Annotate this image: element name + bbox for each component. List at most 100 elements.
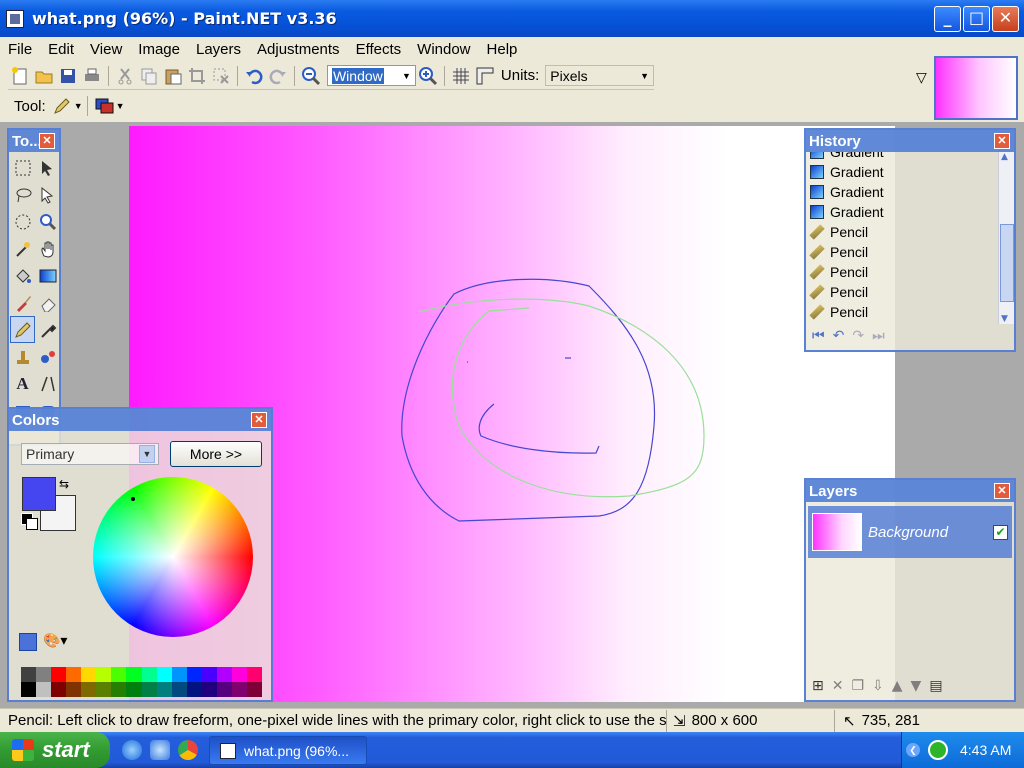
- palette-swatch[interactable]: [96, 682, 112, 697]
- palette-swatch[interactable]: [156, 667, 172, 682]
- palette-swatch[interactable]: [81, 667, 97, 682]
- lasso-select-icon[interactable]: [10, 181, 35, 208]
- chrome-icon[interactable]: [178, 740, 198, 760]
- print-icon[interactable]: [82, 66, 102, 86]
- tools-window-header[interactable]: To... ✕: [9, 130, 59, 152]
- close-icon[interactable]: ✕: [251, 412, 267, 428]
- duplicate-layer-icon[interactable]: ❐: [851, 678, 864, 694]
- palette-swatch[interactable]: [246, 667, 262, 682]
- zoom-icon[interactable]: [35, 208, 60, 235]
- menu-layers[interactable]: Layers: [188, 41, 249, 58]
- text-icon[interactable]: A: [10, 370, 35, 397]
- menu-image[interactable]: Image: [130, 41, 188, 58]
- move-layer-down-icon[interactable]: ▼: [911, 678, 922, 694]
- scroll-up-icon[interactable]: ▲: [1001, 152, 1008, 162]
- menu-help[interactable]: Help: [479, 41, 526, 58]
- internet-explorer-icon[interactable]: [122, 740, 142, 760]
- history-item[interactable]: Pencil: [806, 262, 996, 282]
- undo-icon[interactable]: [244, 66, 264, 86]
- more-colors-button[interactable]: More >>: [170, 441, 262, 467]
- magic-wand-icon[interactable]: [10, 235, 35, 262]
- maximize-button[interactable]: □: [963, 6, 990, 32]
- palette-swatch[interactable]: [156, 682, 172, 697]
- palette-swatch[interactable]: [231, 667, 247, 682]
- colors-window-header[interactable]: Colors ✕: [9, 409, 271, 431]
- rewind-icon[interactable]: ⏮: [812, 328, 825, 344]
- undo-icon[interactable]: ↶: [833, 328, 845, 344]
- pencil-icon[interactable]: [52, 96, 72, 116]
- units-dropdown[interactable]: Pixels ▼: [545, 65, 654, 86]
- color-wheel[interactable]: [93, 477, 253, 637]
- line-curve-icon[interactable]: [35, 370, 60, 397]
- utorrent-icon[interactable]: [928, 740, 948, 760]
- move-layer-up-icon[interactable]: ▲: [892, 678, 903, 694]
- reset-colors-icon[interactable]: [21, 513, 38, 530]
- close-icon[interactable]: ✕: [39, 133, 55, 149]
- menu-adjustments[interactable]: Adjustments: [249, 41, 348, 58]
- color-mode-dropdown[interactable]: Primary ▼: [21, 443, 159, 465]
- palette-swatch[interactable]: [51, 667, 67, 682]
- palette-menu-icon[interactable]: 🎨▾: [43, 633, 67, 649]
- menu-effects[interactable]: Effects: [348, 41, 410, 58]
- scroll-down-icon[interactable]: ▼: [1001, 314, 1008, 324]
- history-item[interactable]: Gradient: [806, 152, 996, 162]
- palette-swatch[interactable]: [21, 682, 37, 697]
- rectangle-select-icon[interactable]: [10, 154, 35, 181]
- chevron-down-icon[interactable]: ▼: [139, 445, 155, 463]
- palette-swatch[interactable]: [186, 667, 202, 682]
- history-item[interactable]: Gradient: [806, 162, 996, 182]
- image-thumbnail[interactable]: [934, 56, 1018, 120]
- rulers-icon[interactable]: [475, 66, 495, 86]
- move-selection-icon[interactable]: [35, 154, 60, 181]
- add-layer-icon[interactable]: ⊞: [812, 678, 824, 694]
- eraser-icon[interactable]: [35, 289, 60, 316]
- palette-swatch[interactable]: [36, 667, 52, 682]
- history-scrollbar[interactable]: ▲ ▼: [998, 152, 1014, 324]
- layer-properties-icon[interactable]: ▤: [929, 678, 942, 694]
- fast-forward-icon[interactable]: ⏭: [872, 328, 885, 344]
- history-item[interactable]: Pencil: [806, 222, 996, 242]
- palette-swatch[interactable]: [36, 682, 52, 697]
- history-item[interactable]: Pencil: [806, 242, 996, 262]
- zoom-value[interactable]: Window: [331, 67, 384, 84]
- palette-swatch[interactable]: [66, 682, 82, 697]
- palette-swatch[interactable]: [171, 667, 187, 682]
- palette-swatch[interactable]: [21, 667, 37, 682]
- palette-swatch[interactable]: [141, 667, 157, 682]
- history-item[interactable]: Pencil: [806, 302, 996, 322]
- palette-swatch[interactable]: [171, 682, 187, 697]
- merge-layer-down-icon[interactable]: ⇩: [872, 678, 884, 694]
- start-button[interactable]: start: [0, 732, 110, 768]
- paintbrush-icon[interactable]: [10, 289, 35, 316]
- clone-stamp-icon[interactable]: [10, 343, 35, 370]
- palette-swatch[interactable]: [216, 682, 232, 697]
- minimize-button[interactable]: _: [934, 6, 961, 32]
- palette-swatch[interactable]: [126, 682, 142, 697]
- redo-icon[interactable]: [268, 66, 288, 86]
- taskbar-paint-net-button[interactable]: what.png (96%...: [209, 736, 367, 765]
- pan-icon[interactable]: [35, 235, 60, 262]
- primary-color-swatch[interactable]: [22, 477, 56, 511]
- pencil-icon[interactable]: [10, 316, 35, 343]
- layers-window-header[interactable]: Layers ✕: [806, 480, 1014, 502]
- history-item[interactable]: Gradient: [806, 182, 996, 202]
- chevron-down-icon[interactable]: ▼: [402, 71, 411, 81]
- palette-swatch[interactable]: [216, 667, 232, 682]
- chevron-down-icon[interactable]: ▼: [116, 101, 125, 111]
- delete-layer-icon[interactable]: ✕: [832, 678, 844, 694]
- palette-swatch[interactable]: [126, 667, 142, 682]
- recolor-icon[interactable]: [35, 343, 60, 370]
- palette-swatch[interactable]: [186, 682, 202, 697]
- zoom-combo[interactable]: Window ▼: [326, 65, 416, 86]
- redo-icon[interactable]: ↷: [852, 328, 864, 344]
- palette-swatch[interactable]: [66, 667, 82, 682]
- gradient-icon[interactable]: [35, 262, 60, 289]
- palette-swatch[interactable]: [141, 682, 157, 697]
- copy-icon[interactable]: [139, 66, 159, 86]
- close-button[interactable]: ✕: [992, 6, 1019, 32]
- history-item[interactable]: Gradient: [806, 202, 996, 222]
- history-window-header[interactable]: History ✕: [806, 130, 1014, 152]
- palette-swatch[interactable]: [111, 682, 127, 697]
- cut-icon[interactable]: [115, 66, 135, 86]
- menu-window[interactable]: Window: [409, 41, 478, 58]
